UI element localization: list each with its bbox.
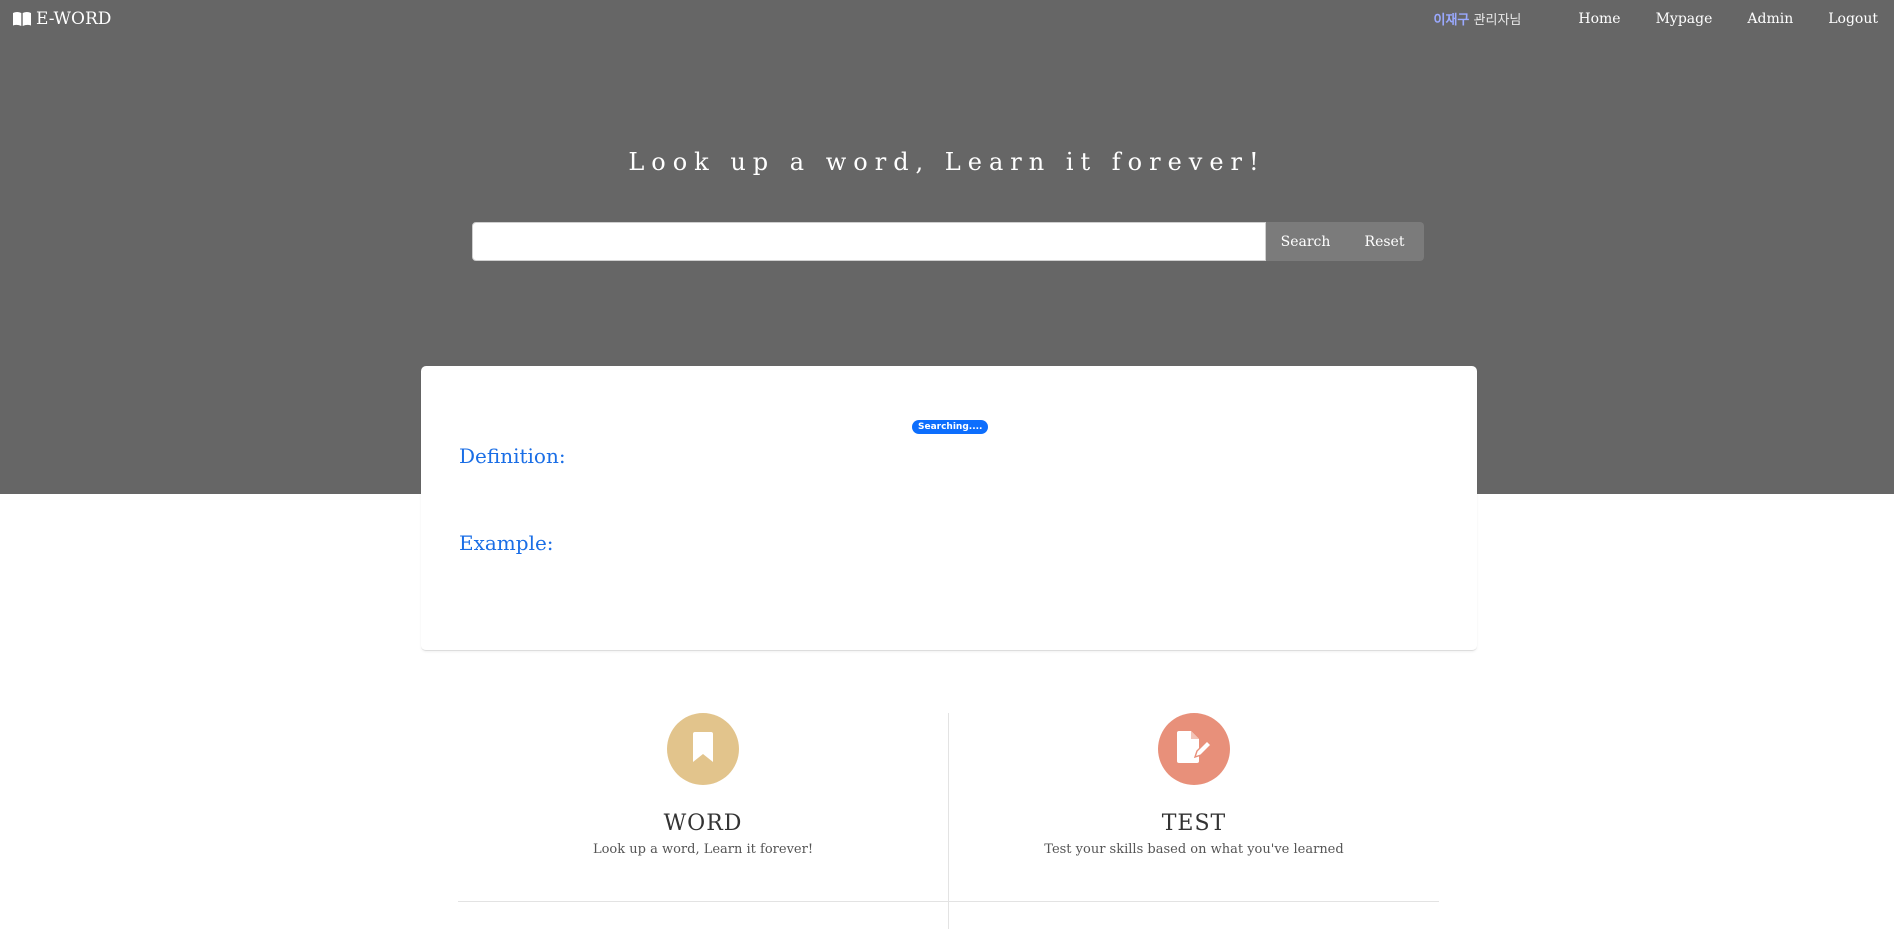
divider [948,901,949,929]
feature-word: WORD Look up a word, Learn it forever! [458,713,949,902]
file-edit-icon [1175,730,1213,768]
feature-test-description: Test your skills based on what you've le… [1044,842,1344,857]
search-bar: Search Reset [472,222,1424,261]
brand-logo[interactable]: E-WORD [12,9,111,29]
nav-home-link[interactable]: Home [1578,11,1620,27]
search-input[interactable] [472,222,1266,261]
nav-right: 이재구 관리자님 Home Mypage Admin Logout [1434,9,1879,29]
brand-name: E-WORD [36,9,112,29]
search-button[interactable]: Search [1266,222,1345,261]
user-suffix: 관리자님 [1469,13,1522,28]
search-button-group: Search Reset [1266,222,1424,261]
feature-test-title: TEST [1161,811,1227,836]
navbar: E-WORD 이재구 관리자님 Home Mypage Admin Logout [0,0,1894,38]
feature-word-circle[interactable] [667,713,739,785]
nav-admin-link[interactable]: Admin [1747,11,1793,27]
status-badge: Searching.... [912,420,989,434]
user-name: 이재구 [1433,13,1470,28]
book-open-icon [12,11,32,27]
feature-word-title: WORD [663,811,743,836]
reset-button[interactable]: Reset [1345,222,1424,261]
features-section: WORD Look up a word, Learn it forever! T… [458,713,1439,929]
definition-label: Definition: [459,444,566,468]
feature-test: TEST Test your skills based on what you'… [949,713,1439,902]
hero-title: Look up a word, Learn it forever! [628,148,1266,176]
bookmark-icon [691,732,715,766]
result-card: Searching.... Definition: Example: [421,366,1477,651]
nav-mypage-link[interactable]: Mypage [1656,11,1713,27]
feature-word-description: Look up a word, Learn it forever! [592,842,814,857]
feature-test-circle[interactable] [1158,713,1230,785]
example-label: Example: [459,531,554,555]
user-greeting: 이재구 관리자님 [1434,9,1522,28]
nav-logout-link[interactable]: Logout [1828,11,1878,27]
